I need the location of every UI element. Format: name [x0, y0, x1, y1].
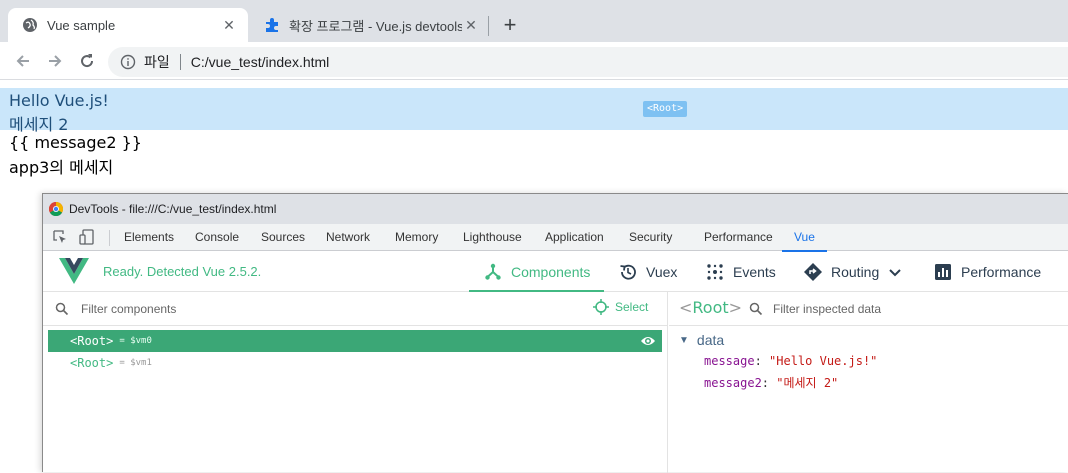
routing-icon	[803, 262, 823, 282]
back-icon[interactable]	[12, 50, 34, 72]
close-icon[interactable]: ✕	[462, 16, 480, 34]
tab-label: Components	[511, 263, 591, 280]
inspect-element-icon[interactable]	[53, 230, 68, 248]
search-icon	[55, 302, 69, 316]
devtools-window: DevTools - file:///C:/vue_test/index.htm…	[42, 193, 1068, 473]
forward-icon[interactable]	[44, 50, 66, 72]
tab-console[interactable]: Console	[195, 224, 239, 251]
devtools-title-bar: DevTools - file:///C:/vue_test/index.htm…	[43, 194, 1068, 224]
tab-vuex[interactable]: Vuex	[618, 252, 677, 291]
device-toolbar-icon[interactable]	[79, 229, 95, 248]
search-icon	[749, 302, 763, 316]
vue-devtools-header: Ready. Detected Vue 2.5.2. Components Vu…	[43, 252, 1068, 292]
component-row-root[interactable]: <Root> = $vm1	[48, 352, 662, 374]
property-colon: :	[761, 376, 777, 390]
component-vm-ref: = $vm0	[119, 336, 152, 346]
close-icon[interactable]: ✕	[220, 16, 238, 34]
tab-label: Performance	[961, 263, 1042, 280]
tab-security[interactable]: Security	[629, 224, 672, 251]
data-property-row[interactable]: message: "Hello Vue.js!"	[704, 354, 877, 368]
component-highlight-overlay	[0, 88, 1068, 130]
filter-components-input[interactable]: Filter components	[81, 302, 176, 316]
crosshair-icon	[593, 299, 609, 315]
page-text-line: app3의 메세지	[9, 158, 114, 177]
page-text-line: {{ message2 }}	[9, 133, 142, 152]
info-icon[interactable]	[120, 54, 136, 70]
tab-label: Routing	[831, 263, 880, 280]
url-scheme-label: 파일	[144, 54, 170, 70]
root-highlight-badge: <Root>	[643, 101, 688, 117]
filter-components-row: Filter components Select	[43, 292, 668, 326]
property-value: "메세지 2"	[776, 376, 839, 390]
address-divider	[179, 54, 181, 70]
select-component-button[interactable]: Select	[593, 299, 648, 315]
component-vm-ref: = $vm1	[119, 358, 152, 368]
section-label: data	[696, 332, 725, 348]
tab-vue-performance[interactable]: Performance	[933, 252, 1041, 291]
inspected-component-name: <Root>	[679, 298, 743, 317]
tab-components[interactable]: Components	[468, 252, 605, 292]
address-bar[interactable]: 파일 C:/vue_test/index.html	[108, 47, 1068, 77]
page-text-line: 메세지 2	[9, 115, 69, 134]
caret-down-icon: ▼	[679, 334, 689, 346]
tab-lighthouse[interactable]: Lighthouse	[463, 224, 522, 251]
tab-elements[interactable]: Elements	[124, 224, 174, 251]
events-icon	[705, 262, 725, 282]
new-tab-button[interactable]: +	[498, 12, 522, 37]
property-key: message	[704, 354, 755, 368]
component-row-root-selected[interactable]: <Root> = $vm0	[48, 330, 662, 352]
property-key: message2	[704, 376, 762, 390]
select-label: Select	[615, 300, 649, 314]
inspector-pane: <Root> Filter inspected data ▼ data mess…	[669, 292, 1068, 473]
vue-detected-status: Ready. Detected Vue 2.5.2.	[103, 264, 262, 279]
tab-vue[interactable]: Vue	[782, 224, 827, 252]
tab-label: Events	[733, 263, 776, 280]
bar-chart-icon	[933, 262, 953, 282]
page-text-line: Hello Vue.js!	[9, 91, 109, 110]
component-name: <Root>	[70, 356, 114, 370]
tab-vue-sample[interactable]: Vue sample ✕	[8, 8, 248, 42]
chrome-logo-icon	[48, 201, 64, 217]
devtools-panel-tabs: Elements Console Sources Network Memory …	[43, 224, 1068, 252]
data-section-toggle[interactable]: ▼ data	[679, 332, 724, 348]
reload-icon[interactable]	[76, 50, 98, 72]
tab-label: Vuex	[646, 263, 678, 280]
browser-toolbar: 파일 C:/vue_test/index.html	[0, 42, 1068, 80]
history-icon	[618, 262, 638, 282]
tab-events[interactable]: Events	[705, 252, 776, 291]
devtools-title: DevTools - file:///C:/vue_test/index.htm…	[69, 202, 277, 216]
property-colon: :	[754, 354, 770, 368]
eye-icon[interactable]	[640, 334, 656, 348]
tab-performance[interactable]: Performance	[704, 224, 773, 251]
inspector-header: <Root> Filter inspected data	[669, 292, 1068, 326]
tab-label: Vue sample	[47, 17, 116, 33]
tab-label: 확장 프로그램 - Vue.js devtools	[289, 18, 462, 34]
url-text: C:/vue_test/index.html	[190, 54, 330, 70]
devtools-tab-divider	[109, 230, 110, 246]
browser-tab-strip: Vue sample ✕ 확장 프로그램 - Vue.js devtools ✕…	[0, 0, 1068, 42]
tab-divider	[488, 16, 489, 36]
tab-memory[interactable]: Memory	[395, 224, 438, 251]
component-name: <Root>	[70, 334, 114, 348]
tab-application[interactable]: Application	[545, 224, 604, 251]
tab-sources[interactable]: Sources	[261, 224, 305, 251]
components-icon	[483, 262, 503, 282]
property-value: "Hello Vue.js!"	[769, 354, 878, 368]
vue-logo-icon	[59, 258, 89, 284]
tab-routing[interactable]: Routing	[803, 252, 901, 291]
tab-vue-devtools-extension[interactable]: 확장 프로그램 - Vue.js devtools ✕	[250, 8, 490, 42]
filter-inspected-data-input[interactable]: Filter inspected data	[773, 302, 881, 316]
chevron-down-icon	[889, 264, 901, 280]
components-tree-pane: Filter components Select <Root> = $vm0 <…	[43, 292, 668, 473]
tab-network[interactable]: Network	[326, 224, 370, 251]
data-property-row[interactable]: message2: "메세지 2"	[704, 374, 838, 391]
globe-icon	[22, 17, 38, 33]
puzzle-icon	[264, 17, 280, 33]
